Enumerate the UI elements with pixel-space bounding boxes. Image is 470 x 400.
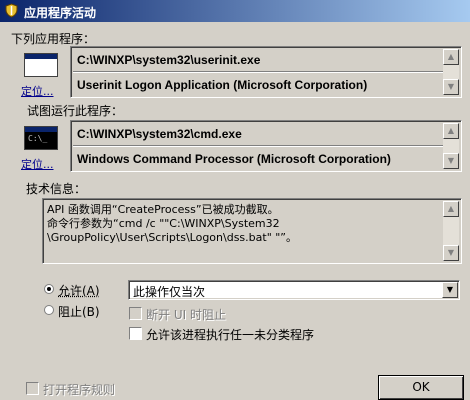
locate-link-program2[interactable]: 定位... [21,156,54,172]
allow-uncategorized-checkbox[interactable] [129,327,142,340]
scroll-down-arrow-icon[interactable]: ▼ [443,79,459,95]
scroll-down-arrow-icon[interactable]: ▼ [443,245,459,261]
program1-description: Userinit Logon Application (Microsoft Co… [77,78,368,92]
ok-button[interactable]: OK [378,375,464,400]
program2-description: Windows Command Processor (Microsoft Cor… [77,152,391,166]
tech-info-label: 技术信息： [26,182,87,196]
program1-scrollbar[interactable]: ▲ ▼ [443,49,459,95]
scroll-up-arrow-icon[interactable]: ▲ [443,201,459,217]
scroll-up-arrow-icon[interactable]: ▲ [443,49,459,65]
shield-icon [5,3,18,18]
title-bar: 应用程序活动 [0,0,470,22]
block-label[interactable]: 阻止(B) [58,303,100,320]
radio-selected-dot [47,287,51,291]
chevron-down-icon[interactable]: ▼ [442,282,458,298]
open-rules-checkbox[interactable] [26,382,39,395]
tech-info-text: API 函数调用“CreateProcess”已被成功截取。 命令行参数为“cm… [47,203,298,244]
action-scope-select[interactable]: 此操作仅当次 ▼ [128,280,460,300]
following-program-label: 下列应用程序： [11,32,96,46]
scroll-down-arrow-icon[interactable]: ▼ [443,153,459,169]
program2-info-box: C:\WINXP\system32\cmd.exe Windows Comman… [70,120,462,172]
application-window-icon [24,53,58,77]
command-prompt-icon: C:\_ [24,126,58,150]
window-title: 应用程序活动 [24,6,97,20]
action-scope-value: 此操作仅当次 [133,285,206,299]
program1-info-box: C:\WINXP\system32\userinit.exe Userinit … [70,46,462,98]
allow-radio[interactable] [44,284,54,294]
open-rules-label: 打开程序规则 [43,383,116,397]
disconnect-ui-checkbox[interactable] [129,307,142,320]
divider [73,145,443,147]
allow-uncategorized-label: 允许该进程执行任一未分类程序 [146,328,315,342]
disconnect-ui-label: 断开 UI 时阻止 [146,308,226,322]
scroll-up-arrow-icon[interactable]: ▲ [443,123,459,139]
attempting-program-label: 试图运行此程序： [27,104,124,118]
locate-link-program1[interactable]: 定位... [21,83,54,99]
tech-info-scrollbar[interactable]: ▲ ▼ [443,201,459,261]
program2-scrollbar[interactable]: ▲ ▼ [443,123,459,169]
tech-info-box[interactable]: API 函数调用“CreateProcess”已被成功截取。 命令行参数为“cm… [42,198,462,264]
program1-path: C:\WINXP\system32\userinit.exe [77,53,261,67]
ok-button-label: OK [412,380,430,394]
allow-label[interactable]: 允许(A) [58,282,100,299]
block-radio[interactable] [44,305,54,315]
divider [73,71,443,73]
program2-path: C:\WINXP\system32\cmd.exe [77,127,242,141]
